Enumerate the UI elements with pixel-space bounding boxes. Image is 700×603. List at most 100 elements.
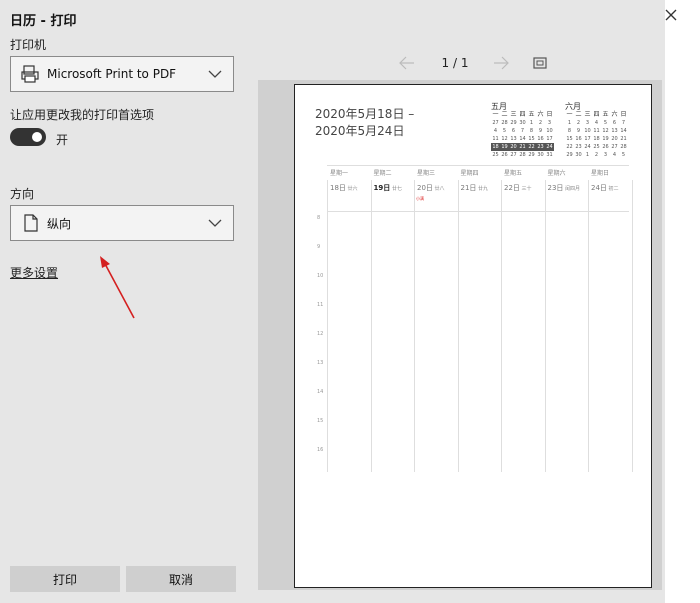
mini-day: 10 — [584, 128, 591, 134]
mini-day: 8 — [567, 128, 572, 134]
mini-day: 15 — [566, 136, 573, 142]
lunar-date: 三十 — [519, 186, 532, 192]
date-range-line2: 2020年5月24日 — [315, 124, 405, 138]
mini-day: 26 — [501, 152, 508, 158]
next-page-icon[interactable] — [492, 55, 510, 71]
mini-day: 20 — [611, 136, 618, 142]
mini-day: 11 — [492, 136, 499, 142]
mini-weekday: 一 — [566, 111, 573, 118]
mini-day: 25 — [593, 144, 600, 150]
preview-page: 2020年5月18日 – 2020年5月24日 五月 一二三四五六日 27 28 29… — [294, 84, 652, 588]
hour-label: 8 — [317, 215, 321, 221]
mini-day: 12 — [602, 128, 609, 134]
mini-day: 24 — [545, 143, 554, 151]
chevron-down-icon — [208, 70, 222, 78]
mini-day: 7 — [520, 128, 525, 134]
mini-day: 22 — [566, 144, 573, 150]
grid-row-divider — [327, 165, 629, 166]
day-date: 21日 廿九 — [461, 183, 489, 193]
mini-day: 14 — [519, 136, 526, 142]
mini-day: 5 — [621, 152, 626, 158]
mini-day: 25 — [492, 152, 499, 158]
day-date-number: 21日 — [460, 184, 477, 192]
chevron-down-icon — [208, 219, 222, 227]
mini-weekday: 六 — [537, 111, 544, 118]
mini-day: 4 — [612, 152, 617, 158]
mini-day: 18 — [491, 143, 500, 151]
day-column-divider — [327, 180, 328, 472]
day-header: 星期六 — [547, 170, 566, 177]
mini-weekday: 三 — [584, 111, 591, 118]
day-column-divider — [544, 180, 546, 472]
print-button[interactable]: 打印 — [10, 566, 120, 592]
mini-day: 3 — [547, 120, 552, 126]
page-indicator: 1 / 1 — [441, 56, 469, 70]
mini-day: 28 — [501, 120, 508, 126]
mini-day: 4 — [594, 120, 599, 126]
mini-weekday: 二 — [501, 111, 508, 118]
mini-day: 1 — [529, 120, 534, 126]
mini-day: 30 — [537, 152, 544, 158]
hour-label: 15 — [317, 418, 324, 424]
mini-day: 24 — [584, 144, 591, 150]
mini-weekday: 四 — [519, 111, 526, 118]
day-header: 星期三 — [417, 170, 436, 177]
prefs-toggle[interactable] — [10, 128, 46, 146]
portrait-page-icon — [24, 214, 38, 232]
festival-label: 小满 — [416, 196, 424, 201]
printer-select[interactable]: Microsoft Print to PDF — [10, 56, 234, 92]
mini-day: 15 — [528, 136, 535, 142]
day-date-number: 23日 — [547, 184, 564, 192]
mini-day: 28 — [620, 144, 627, 150]
mini-day: 22 — [527, 143, 536, 151]
mini-day: 28 — [519, 152, 526, 158]
mini-day: 3 — [585, 120, 590, 126]
day-column-divider — [370, 180, 372, 472]
mini-day: 17 — [546, 136, 553, 142]
more-settings-link[interactable]: 更多设置 — [10, 264, 58, 281]
lunar-date: 廿九 — [476, 186, 489, 192]
day-header: 星期五 — [504, 170, 523, 177]
mini-day: 29 — [510, 120, 517, 126]
day-date: 20日 廿八 — [417, 183, 445, 193]
mini-day: 19 — [602, 136, 609, 142]
mini-day: 31 — [546, 152, 553, 158]
day-header: 星期二 — [373, 170, 392, 177]
mini-day: 18 — [593, 136, 600, 142]
day-date: 18日 廿六 — [330, 183, 358, 193]
cancel-button[interactable]: 取消 — [126, 566, 236, 592]
mini-calendar-june: 一二三四五六日 1 2 3 4 5 6 7 8 9 10 11 12 13 14 15 16 17 18 19 20 21… — [565, 111, 628, 159]
day-column-divider — [414, 180, 415, 472]
previous-page-icon[interactable] — [398, 55, 416, 71]
annotation-arrow-icon — [100, 256, 135, 319]
close-icon[interactable] — [664, 8, 678, 22]
mini-weekday: 六 — [611, 111, 618, 118]
mini-day: 4 — [493, 128, 498, 134]
day-column-divider — [588, 180, 589, 472]
day-date-number: 24日 — [591, 184, 607, 192]
mini-day: 12 — [501, 136, 508, 142]
mini-day: 23 — [536, 143, 545, 151]
mini-day: 29 — [528, 152, 535, 158]
mini-weekday: 日 — [620, 111, 627, 118]
grid-row-divider — [327, 211, 629, 212]
day-column-divider — [457, 180, 459, 472]
mini-day: 9 — [576, 128, 581, 134]
hour-label: 11 — [317, 302, 324, 308]
mini-day: 26 — [602, 144, 609, 150]
hour-label: 10 — [317, 273, 324, 279]
day-column-divider — [501, 180, 502, 472]
mini-day: 27 — [492, 120, 499, 126]
mini-day: 13 — [611, 128, 618, 134]
day-header: 星期四 — [460, 170, 479, 177]
mini-day: 6 — [612, 120, 617, 126]
mini-day: 6 — [511, 128, 516, 134]
fit-page-icon[interactable] — [532, 55, 548, 71]
mini-day: 17 — [584, 136, 591, 142]
mini-day: 21 — [518, 143, 527, 151]
printer-label: 打印机 — [10, 38, 47, 52]
mini-weekday: 五 — [602, 111, 609, 118]
orientation-select[interactable]: 纵向 — [10, 205, 234, 241]
mini-day: 20 — [509, 143, 518, 151]
mini-weekday: 二 — [575, 111, 582, 118]
